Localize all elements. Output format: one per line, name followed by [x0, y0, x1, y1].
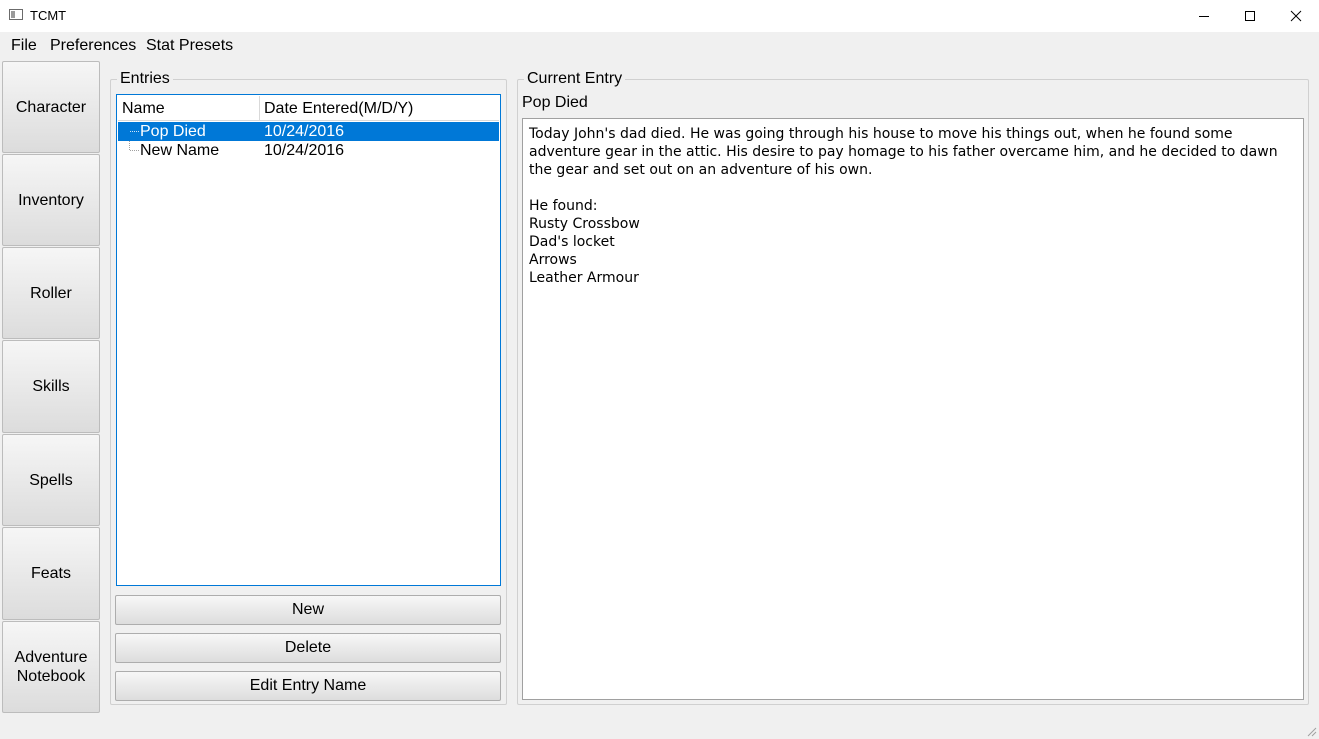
nav-spells-button[interactable]: Spells — [2, 434, 100, 526]
tree-branch-line — [130, 150, 139, 151]
tree-row[interactable]: New Name 10/24/2016 — [118, 141, 499, 160]
entries-tree[interactable]: Name Date Entered(M/D/Y) Pop Died 10/24/… — [116, 94, 501, 586]
column-separator — [259, 96, 260, 120]
close-icon — [1290, 10, 1302, 22]
tree-row[interactable]: Pop Died 10/24/2016 — [118, 122, 499, 141]
nav-feats-button[interactable]: Feats — [2, 527, 100, 620]
nav-roller-button[interactable]: Roller — [2, 247, 100, 339]
menu-stat-presets[interactable]: Stat Presets — [146, 37, 233, 55]
title-bar: TCMT — [0, 0, 1319, 32]
column-header-date[interactable]: Date Entered(M/D/Y) — [264, 100, 413, 118]
minimize-icon — [1199, 16, 1209, 17]
close-button[interactable] — [1273, 0, 1319, 32]
delete-entry-button[interactable]: Delete — [115, 633, 501, 663]
row-date: 10/24/2016 — [264, 142, 345, 159]
entries-group-title: Entries — [117, 70, 173, 88]
tree-header: Name Date Entered(M/D/Y) — [118, 96, 499, 121]
nav-adventure-notebook-button[interactable]: Adventure Notebook — [2, 621, 100, 713]
column-header-name[interactable]: Name — [122, 100, 165, 118]
current-entry-group-title: Current Entry — [524, 70, 626, 88]
row-name: Pop Died — [140, 123, 206, 140]
nav-inventory-button[interactable]: Inventory — [2, 154, 100, 246]
minimize-button[interactable] — [1181, 0, 1227, 32]
nav-skills-button[interactable]: Skills — [2, 340, 100, 433]
new-entry-button[interactable]: New — [115, 595, 501, 625]
menu-file[interactable]: File — [11, 37, 37, 55]
menu-preferences[interactable]: Preferences — [50, 37, 136, 55]
nav-character-button[interactable]: Character — [2, 61, 100, 153]
resize-grip-icon[interactable] — [1305, 725, 1317, 737]
menu-bar: File Preferences Stat Presets — [0, 32, 1319, 60]
window-title: TCMT — [30, 8, 67, 23]
row-date: 10/24/2016 — [264, 123, 345, 140]
maximize-button[interactable] — [1227, 0, 1273, 32]
edit-entry-name-button[interactable]: Edit Entry Name — [115, 671, 501, 701]
tree-branch-line — [130, 131, 139, 132]
window-app-icon — [9, 9, 23, 20]
current-entry-name: Pop Died — [522, 94, 588, 111]
row-name: New Name — [140, 142, 220, 159]
maximize-icon — [1245, 11, 1255, 21]
entry-text-editor[interactable]: Today John's dad died. He was going thro… — [522, 118, 1304, 700]
